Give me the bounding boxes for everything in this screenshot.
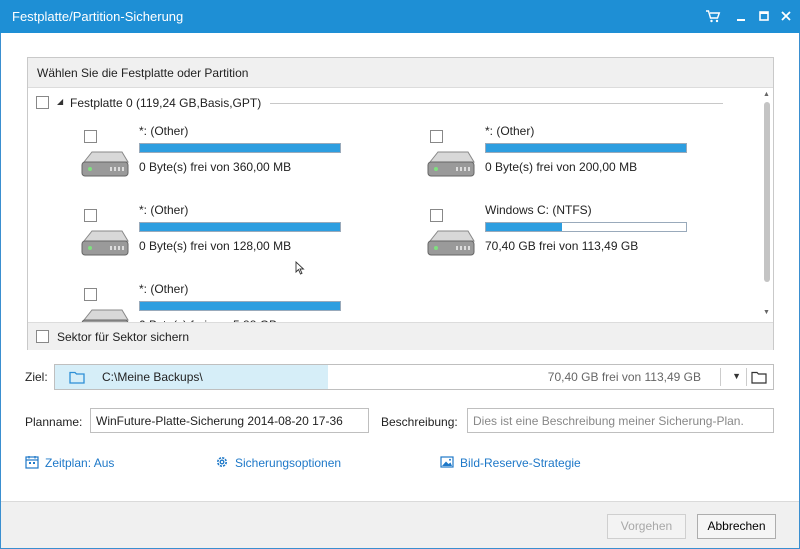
disk-checkbox[interactable]: [36, 96, 49, 109]
description-input[interactable]: [467, 408, 774, 433]
scrollbar-thumb[interactable]: [764, 102, 770, 282]
partition-checkbox[interactable]: [84, 209, 97, 222]
collapse-triangle-icon[interactable]: ◢: [57, 97, 63, 106]
browse-folder-icon[interactable]: [751, 370, 767, 384]
divider: [720, 368, 721, 386]
scroll-down-icon[interactable]: ▼: [763, 309, 770, 316]
panel-header: Wählen Sie die Festplatte oder Partition: [28, 58, 773, 88]
window-title: Festplatte/Partition-Sicherung: [12, 9, 184, 24]
usage-bar: [485, 222, 687, 232]
partition-free-space: 70,40 GB frei von 113,49 GB: [485, 239, 639, 253]
partition-name: Windows C: (NTFS): [485, 203, 592, 217]
partition-free-space: 0 Byte(s) frei von 200,00 MB: [485, 160, 638, 174]
gear-icon: [217, 457, 227, 467]
maximize-icon[interactable]: [754, 6, 774, 26]
partition-item: *: (Other) 0 Byte(s) frei von 360,00 MB: [58, 118, 358, 188]
panel-header-label: Wählen Sie die Festplatte oder Partition: [37, 66, 249, 80]
cart-icon[interactable]: [703, 6, 723, 26]
target-path: C:\Meine Backups\: [102, 370, 203, 384]
usage-bar-fill: [486, 144, 686, 152]
partition-checkbox[interactable]: [84, 130, 97, 143]
plan-name-input[interactable]: [90, 408, 369, 433]
calendar-icon: [25, 456, 39, 469]
hard-drive-icon: [81, 230, 129, 256]
proceed-button[interactable]: Vorgehen: [607, 514, 686, 539]
close-icon[interactable]: [776, 6, 796, 26]
backup-options-link-label: Sicherungsoptionen: [235, 456, 342, 470]
schedule-link[interactable]: Zeitplan: Aus: [25, 455, 155, 471]
partition-name: *: (Other): [139, 282, 189, 296]
chevron-down-icon[interactable]: ▼: [732, 371, 741, 381]
usage-bar-fill: [140, 302, 340, 310]
backup-options-link[interactable]: Sicherungsoptionen: [215, 455, 365, 471]
hard-drive-icon: [81, 151, 129, 177]
image-strategy-link-label: Bild-Reserve-Strategie: [460, 456, 581, 470]
usage-bar: [485, 143, 687, 153]
target-path-field[interactable]: C:\Meine Backups\ 70,40 GB frei von 113,…: [54, 364, 774, 390]
partition-name: *: (Other): [139, 203, 189, 217]
sector-row: Sektor für Sektor sichern: [28, 322, 773, 350]
partition-name: *: (Other): [485, 124, 535, 138]
description-label: Beschreibung:: [381, 415, 458, 429]
usage-bar: [139, 143, 341, 153]
plan-name-label: Planname:: [25, 415, 83, 429]
usage-bar: [139, 222, 341, 232]
disk-row: ◢ Festplatte 0 (119,24 GB,Basis,GPT): [28, 94, 763, 114]
image-strategy-link[interactable]: Bild-Reserve-Strategie: [440, 455, 610, 471]
disk-selection-panel: Wählen Sie die Festplatte oder Partition…: [27, 57, 774, 350]
disk-label: Festplatte 0 (119,24 GB,Basis,GPT): [70, 96, 262, 110]
sector-label: Sektor für Sektor sichern: [57, 330, 190, 344]
target-label: Ziel:: [25, 370, 48, 384]
cancel-button[interactable]: Abbrechen: [697, 514, 776, 539]
title-bar: Festplatte/Partition-Sicherung: [0, 0, 800, 33]
hard-drive-icon: [427, 151, 475, 177]
schedule-link-label: Zeitplan: Aus: [45, 456, 115, 470]
mouse-pointer-icon: [295, 261, 305, 275]
hard-drive-icon: [427, 230, 475, 256]
partition-checkbox[interactable]: [84, 288, 97, 301]
minimize-icon[interactable]: [731, 6, 751, 26]
partition-checkbox[interactable]: [430, 209, 443, 222]
scrollbar[interactable]: ▲ ▼: [761, 89, 773, 321]
image-icon: [440, 456, 454, 468]
sector-checkbox[interactable]: [36, 330, 49, 343]
target-free-space: 70,40 GB frei von 113,49 GB: [547, 370, 701, 384]
divider: [746, 368, 747, 386]
usage-bar: [139, 301, 341, 311]
footer: Vorgehen Abbrechen: [1, 501, 799, 548]
partition-item: *: (Other) 0 Byte(s) frei von 128,00 MB: [58, 197, 358, 267]
scroll-up-icon[interactable]: ▲: [763, 91, 770, 98]
divider: [270, 103, 723, 104]
usage-bar-fill: [486, 223, 562, 231]
partition-free-space: 0 Byte(s) frei von 360,00 MB: [139, 160, 292, 174]
partition-item: *: (Other) 0 Byte(s) frei von 200,00 MB: [404, 118, 704, 188]
partition-checkbox[interactable]: [430, 130, 443, 143]
usage-bar-fill: [140, 223, 340, 231]
partition-item: Windows C: (NTFS) 70,40 GB frei von 113,…: [404, 197, 704, 267]
partition-free-space: 0 Byte(s) frei von 128,00 MB: [139, 239, 292, 253]
folder-icon: [69, 371, 85, 384]
usage-bar-fill: [140, 144, 340, 152]
partition-name: *: (Other): [139, 124, 189, 138]
